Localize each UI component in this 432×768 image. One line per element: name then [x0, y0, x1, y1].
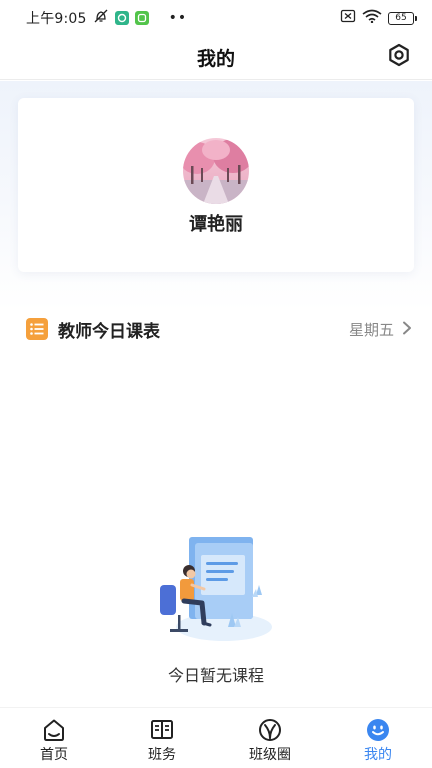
- profile-card: 谭艳丽: [18, 98, 414, 272]
- page-title: 我的: [196, 48, 235, 70]
- book-icon: [149, 717, 175, 743]
- battery-indicator: 65: [388, 11, 417, 25]
- circle-icon: [257, 717, 283, 743]
- alarm-off-icon: [93, 8, 109, 28]
- status-left: 上午9:05 ••: [26, 8, 187, 28]
- wifi-icon: [362, 9, 382, 27]
- wechat-notification-icon: [134, 11, 149, 25]
- tab-class-affairs[interactable]: 班务: [108, 708, 216, 768]
- app-header: 我的: [0, 36, 432, 80]
- empty-state-text: 今日暂无课程: [167, 666, 264, 685]
- day-label: 星期五: [348, 320, 394, 339]
- tab-label-class-circle: 班级圈: [249, 747, 291, 763]
- schedule-list-icon: [26, 318, 48, 340]
- empty-state: 今日暂无课程: [0, 533, 432, 686]
- tab-class-circle[interactable]: 班级圈: [216, 708, 324, 768]
- smiley-icon: [365, 717, 391, 743]
- status-bar: 上午9:05 •• 65: [0, 0, 432, 36]
- bottom-tab-bar: 首页 班务 班级圈 我的: [0, 707, 432, 768]
- home-icon: [41, 717, 67, 743]
- schedule-header: 教师今日课表 星期五: [0, 313, 432, 345]
- app-notification-icon: [114, 11, 129, 25]
- avatar[interactable]: [183, 138, 249, 204]
- more-notifications-dots: ••: [168, 10, 188, 26]
- chevron-right-icon: [402, 320, 412, 339]
- sim-off-icon: [340, 9, 356, 27]
- status-right: 65: [340, 9, 417, 27]
- schedule-title: 教师今日课表: [58, 321, 160, 342]
- tab-label-mine: 我的: [364, 747, 392, 763]
- settings-icon: [387, 43, 411, 71]
- tab-label-home: 首页: [40, 747, 68, 763]
- empty-schedule-illustration: [146, 533, 286, 645]
- status-time: 上午9:05: [26, 11, 87, 27]
- main-content: 谭艳丽 教师今日课表 星期五 今日暂无课程: [0, 81, 432, 707]
- tab-home[interactable]: 首页: [0, 708, 108, 768]
- tab-mine[interactable]: 我的: [324, 708, 432, 768]
- user-name: 谭艳丽: [189, 214, 243, 235]
- tab-label-class-affairs: 班务: [148, 747, 176, 763]
- day-selector[interactable]: 星期五: [349, 319, 412, 340]
- settings-button[interactable]: [386, 43, 412, 71]
